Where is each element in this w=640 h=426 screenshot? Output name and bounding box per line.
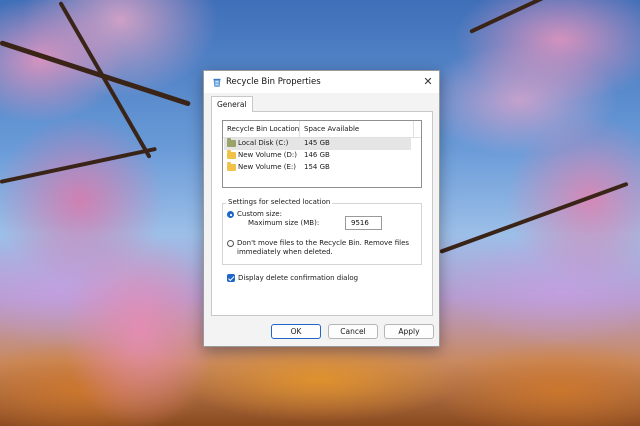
general-tab-panel: Recycle Bin Location Space Available Loc… bbox=[211, 111, 433, 316]
apply-button[interactable]: Apply bbox=[384, 324, 434, 339]
dont-move-label-line2[interactable]: immediately when deleted. bbox=[237, 248, 333, 256]
recycle-bin-icon bbox=[213, 78, 221, 87]
settings-group-label: Settings for selected location bbox=[226, 198, 333, 206]
confirm-dialog-checkbox[interactable] bbox=[227, 274, 235, 282]
list-item[interactable]: New Volume (D:) 146 GB bbox=[224, 150, 411, 162]
custom-size-radio[interactable] bbox=[227, 211, 234, 218]
space-available: 146 GB bbox=[304, 151, 330, 159]
title-bar[interactable]: Recycle Bin Properties ✕ bbox=[204, 71, 439, 93]
max-size-input[interactable] bbox=[345, 216, 382, 230]
tree-branch bbox=[0, 40, 191, 107]
folder-icon bbox=[227, 162, 236, 171]
dialog-button-bar: OK Cancel Apply bbox=[204, 318, 439, 346]
list-item[interactable]: New Volume (E:) 154 GB bbox=[224, 162, 411, 174]
folder-icon bbox=[227, 150, 236, 159]
tree-branch bbox=[469, 0, 625, 34]
close-icon: ✕ bbox=[423, 75, 433, 88]
tree-branch bbox=[58, 1, 152, 159]
location-name: New Volume (D:) bbox=[238, 151, 297, 159]
close-button[interactable]: ✕ bbox=[417, 71, 439, 93]
location-name: New Volume (E:) bbox=[238, 163, 296, 171]
drive-icon bbox=[227, 138, 236, 147]
tab-general[interactable]: General bbox=[211, 96, 253, 112]
dont-move-radio[interactable] bbox=[227, 240, 234, 247]
column-header-space[interactable]: Space Available bbox=[304, 125, 359, 133]
space-available: 154 GB bbox=[304, 163, 330, 171]
dialog-title: Recycle Bin Properties bbox=[226, 77, 321, 87]
column-divider bbox=[413, 121, 414, 137]
max-size-label: Maximum size (MB): bbox=[248, 219, 320, 227]
list-header: Recycle Bin Location Space Available bbox=[223, 121, 421, 138]
column-header-location[interactable]: Recycle Bin Location bbox=[227, 125, 299, 133]
cancel-button[interactable]: Cancel bbox=[328, 324, 378, 339]
ok-button[interactable]: OK bbox=[271, 324, 321, 339]
list-item[interactable]: Local Disk (C:) 145 GB bbox=[224, 138, 411, 150]
space-available: 145 GB bbox=[304, 139, 330, 147]
recycle-bin-properties-dialog: Recycle Bin Properties ✕ General Recycle… bbox=[203, 70, 440, 347]
tree-branch bbox=[0, 146, 157, 184]
column-divider bbox=[299, 121, 300, 137]
dont-move-label-line1[interactable]: Don't move files to the Recycle Bin. Rem… bbox=[237, 239, 409, 247]
recycle-bin-location-list[interactable]: Recycle Bin Location Space Available Loc… bbox=[222, 120, 422, 188]
custom-size-label[interactable]: Custom size: bbox=[237, 210, 282, 218]
tree-branch bbox=[439, 181, 629, 254]
location-name: Local Disk (C:) bbox=[238, 139, 289, 147]
confirm-dialog-label[interactable]: Display delete confirmation dialog bbox=[238, 274, 358, 282]
